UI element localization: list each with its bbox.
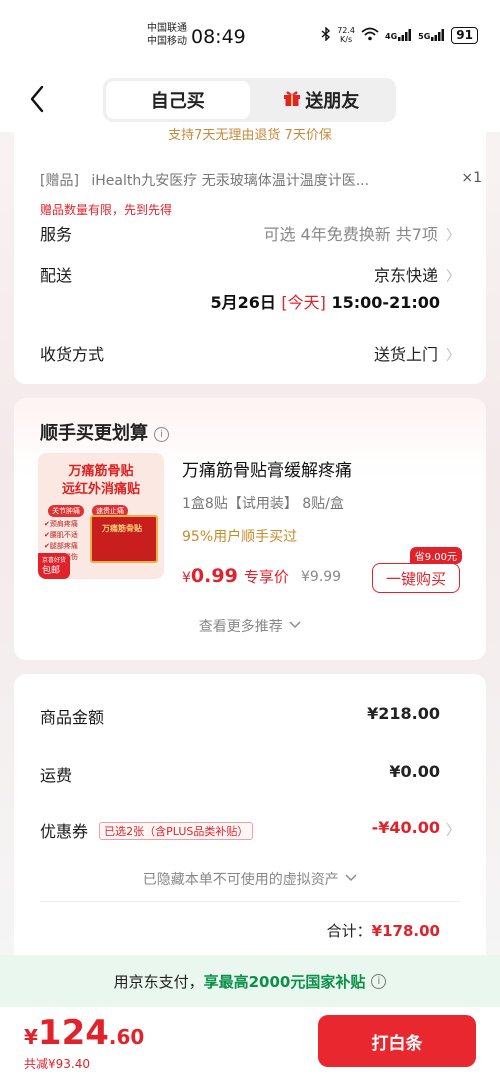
delivery-date: 5月26日 [今天] 15:00-21:00 [210, 293, 440, 312]
delivery-row[interactable]: 配送 京东快递〉 [40, 262, 460, 286]
product-spec: 1盒8贴【试用装】 8贴/盒 [182, 496, 344, 512]
coupon-amount: -¥40.00 [371, 818, 440, 837]
saved-amount: 共减¥93.40 [24, 1057, 90, 1071]
product-box-graphic: 万痛筋骨贴 [90, 515, 158, 563]
checkout-bar: ¥124.60 共减¥93.40 打白条 [0, 1007, 500, 1083]
gift-item-row[interactable]: [赠品] iHealth九安医疗 无汞玻璃体温计温度计医... ×1 [40, 170, 482, 190]
today-tag: [今天] [281, 293, 326, 312]
info-icon[interactable]: i [154, 427, 169, 442]
coupon-label: 优惠券 [40, 822, 89, 841]
bluetooth-icon [321, 25, 331, 44]
purchase-mode-switch: 自己买 送朋友 [103, 78, 396, 122]
chevron-down-icon [289, 621, 301, 628]
receive-method-row[interactable]: 收货方式 送货上门〉 [40, 341, 460, 365]
coupon-tag: 已选2张（含PLUS品类补贴） [99, 822, 254, 840]
info-icon[interactable]: i [371, 973, 387, 989]
gift-note: 赠品数量有限，先到先得 [40, 203, 173, 217]
delivery-label: 配送 [40, 266, 73, 285]
freight-label: 运费 [40, 766, 73, 785]
carrier-2: 中国移动 [147, 36, 187, 47]
gift-qty: ×1 [461, 170, 482, 186]
carrier-info: 中国联通 中国移动 [147, 22, 187, 48]
goods-amount: ¥218.00 [367, 704, 440, 723]
gift-label: [赠品] [40, 173, 79, 189]
net-speed: 72.4 K/s [337, 26, 356, 44]
chevron-right-icon: 〉 [446, 823, 460, 839]
chevron-right-icon: 〉 [446, 269, 460, 285]
return-policy-text: 支持7天无理由退货 7天价保 [168, 128, 332, 143]
goods-label: 商品金额 [40, 708, 105, 727]
payment-promo-banner[interactable]: 用京东支付， 享最高2000元国家补贴 i [0, 955, 500, 1007]
status-bar: 中国联通 中国移动 08:49 72.4 K/s 4G 5G 91 [0, 0, 500, 70]
top-nav: 自己买 送朋友 [0, 70, 500, 132]
coupon-row[interactable]: 优惠券 已选2张（含PLUS品类补贴） -¥40.00 [40, 818, 440, 842]
pay-amount: ¥124.60 [24, 1013, 145, 1053]
one-click-buy-button[interactable]: 一键购买 [372, 563, 460, 593]
chevron-right-icon: 〉 [446, 348, 460, 364]
clock: 08:49 [191, 26, 246, 48]
addon-card: 顺手买更划算 i 万痛筋骨贴 远红外消痛贴 关节肿痛 速贵止痛 ✔颈肩疼痛 ✔腰肌不… [14, 398, 486, 660]
tab-gift-friend[interactable]: 送朋友 [250, 81, 394, 119]
wifi-icon [361, 27, 379, 44]
service-value: 可选 4年免费换新 共7项〉 [263, 225, 460, 244]
tab-self-buy[interactable]: 自己买 [106, 81, 250, 119]
more-recommendations[interactable]: 查看更多推荐 [14, 616, 486, 636]
signal-2: 5G [418, 29, 445, 41]
freight-amount: ¥0.00 [389, 762, 440, 781]
product-stat: 95%用户顺手买过 [182, 529, 298, 545]
pay-button[interactable]: 打白条 [318, 1015, 476, 1067]
price-summary-card: 商品金额 ¥218.00 运费 ¥0.00 优惠券 已选2张（含PLUS品类补贴… [14, 674, 486, 964]
system-icons: 72.4 K/s 4G 5G 91 [321, 25, 478, 44]
carrier-1: 中国联通 [147, 23, 187, 34]
product-price: ¥0.99 专享价 [182, 565, 289, 587]
order-info-card: 支持7天无理由退货 7天价保 [赠品] iHealth九安医疗 无汞玻璃体温计温… [14, 128, 486, 384]
save-tag: 省9.00元 [409, 547, 462, 564]
gift-name: iHealth九安医疗 无汞玻璃体温计温度计医... [91, 173, 370, 189]
order-total: 合计：¥178.00 [326, 922, 440, 940]
back-arrow-icon [30, 85, 44, 113]
one-click-buy: 省9.00元 一键购买 [372, 547, 462, 593]
original-price: ¥9.99 [301, 569, 342, 585]
battery-indicator: 91 [451, 26, 478, 44]
chevron-right-icon: 〉 [446, 228, 460, 244]
goods-amount-row: 商品金额 ¥218.00 [40, 704, 440, 728]
free-shipping-badge: 京喜好货 包邮 [38, 553, 71, 579]
receive-label: 收货方式 [40, 345, 105, 364]
delivery-value: 京东快递〉 [373, 266, 460, 285]
receive-value: 送货上门〉 [373, 345, 460, 364]
chevron-down-icon [345, 874, 357, 881]
service-row[interactable]: 服务 可选 4年免费换新 共7项〉 [40, 221, 460, 245]
service-label: 服务 [40, 225, 73, 244]
addon-title: 顺手买更划算 i [40, 419, 169, 445]
freight-row: 运费 ¥0.00 [40, 762, 440, 786]
hidden-assets-toggle[interactable]: 已隐藏本单不可使用的虚拟资产 [14, 869, 486, 889]
back-button[interactable] [24, 82, 50, 116]
divider [40, 901, 460, 902]
product-image[interactable]: 万痛筋骨贴 远红外消痛贴 关节肿痛 速贵止痛 ✔颈肩疼痛 ✔腰肌不适 ✔腿部疼痛 … [38, 453, 164, 579]
gift-box-icon [283, 89, 301, 112]
product-name[interactable]: 万痛筋骨贴膏缓解疼痛 [182, 456, 352, 481]
signal-1: 4G [385, 29, 412, 41]
